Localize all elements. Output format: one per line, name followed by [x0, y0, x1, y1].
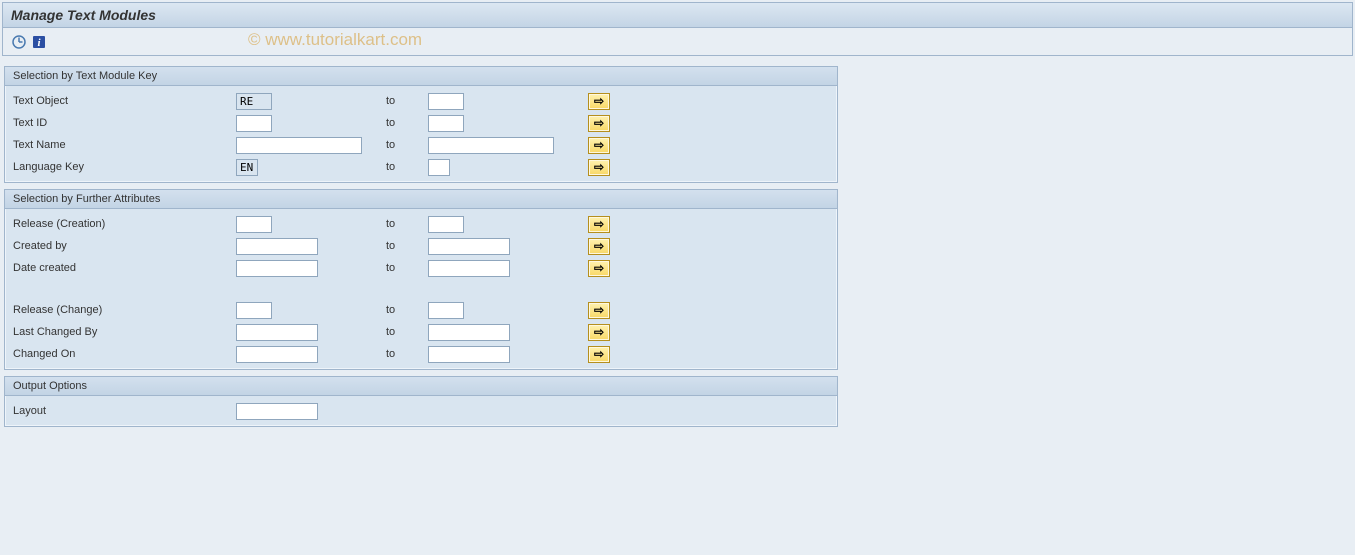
row-layout: Layout: [11, 400, 831, 422]
label-created-by: Created by: [11, 240, 236, 252]
arrow-right-icon: ⇨: [594, 95, 604, 108]
input-changed-on-from[interactable]: [236, 346, 318, 363]
watermark-text: © www.tutorialkart.com: [248, 30, 422, 50]
label-release-creation: Release (Creation): [11, 218, 236, 230]
label-date-created: Date created: [11, 262, 236, 274]
row-language-key: Language Key to ⇨: [11, 156, 831, 178]
input-language-from[interactable]: [236, 159, 258, 176]
multi-select-button[interactable]: ⇨: [588, 216, 610, 233]
group-title: Selection by Further Attributes: [5, 190, 837, 209]
label-text-id: Text ID: [11, 117, 236, 129]
toolbar: i © www.tutorialkart.com: [2, 28, 1353, 56]
label-text-object: Text Object: [11, 95, 236, 107]
group-further-attributes: Selection by Further Attributes Release …: [4, 189, 838, 370]
multi-select-button[interactable]: ⇨: [588, 346, 610, 363]
execute-icon[interactable]: [11, 34, 27, 50]
input-release-change-from[interactable]: [236, 302, 272, 319]
arrow-right-icon: ⇨: [594, 139, 604, 152]
multi-select-button[interactable]: ⇨: [588, 115, 610, 132]
input-text-id-from[interactable]: [236, 115, 272, 132]
input-release-creation-from[interactable]: [236, 216, 272, 233]
arrow-right-icon: ⇨: [594, 326, 604, 339]
input-text-name-to[interactable]: [428, 137, 554, 154]
row-release-creation: Release (Creation) to ⇨: [11, 213, 831, 235]
group-output-options: Output Options Layout: [4, 376, 838, 427]
label-layout: Layout: [11, 405, 236, 417]
input-layout[interactable]: [236, 403, 318, 420]
row-date-created: Date created to ⇨: [11, 257, 831, 279]
input-release-creation-to[interactable]: [428, 216, 464, 233]
input-date-created-from[interactable]: [236, 260, 318, 277]
multi-select-button[interactable]: ⇨: [588, 159, 610, 176]
input-last-changed-by-to[interactable]: [428, 324, 510, 341]
arrow-right-icon: ⇨: [594, 161, 604, 174]
arrow-right-icon: ⇨: [594, 117, 604, 130]
input-text-object-to[interactable]: [428, 93, 464, 110]
page-title: Manage Text Modules: [2, 2, 1353, 28]
group-title: Selection by Text Module Key: [5, 67, 837, 86]
to-label: to: [386, 262, 428, 274]
multi-select-button[interactable]: ⇨: [588, 324, 610, 341]
to-label: to: [386, 240, 428, 252]
input-changed-on-to[interactable]: [428, 346, 510, 363]
to-label: to: [386, 326, 428, 338]
input-language-to[interactable]: [428, 159, 450, 176]
input-created-by-to[interactable]: [428, 238, 510, 255]
row-changed-on: Changed On to ⇨: [11, 343, 831, 365]
group-text-module-key: Selection by Text Module Key Text Object…: [4, 66, 838, 183]
input-text-object-from[interactable]: [236, 93, 272, 110]
arrow-right-icon: ⇨: [594, 240, 604, 253]
arrow-right-icon: ⇨: [594, 262, 604, 275]
info-icon[interactable]: i: [31, 34, 47, 50]
row-text-name: Text Name to ⇨: [11, 134, 831, 156]
to-label: to: [386, 139, 428, 151]
input-text-name-from[interactable]: [236, 137, 362, 154]
arrow-right-icon: ⇨: [594, 348, 604, 361]
multi-select-button[interactable]: ⇨: [588, 137, 610, 154]
arrow-right-icon: ⇨: [594, 304, 604, 317]
input-last-changed-by-from[interactable]: [236, 324, 318, 341]
multi-select-button[interactable]: ⇨: [588, 260, 610, 277]
group-title: Output Options: [5, 377, 837, 396]
label-text-name: Text Name: [11, 139, 236, 151]
multi-select-button[interactable]: ⇨: [588, 93, 610, 110]
app-container: Manage Text Modules i © www.tutorialkart…: [0, 0, 1355, 555]
to-label: to: [386, 218, 428, 230]
input-date-created-to[interactable]: [428, 260, 510, 277]
to-label: to: [386, 348, 428, 360]
multi-select-button[interactable]: ⇨: [588, 302, 610, 319]
input-created-by-from[interactable]: [236, 238, 318, 255]
row-created-by: Created by to ⇨: [11, 235, 831, 257]
row-text-id: Text ID to ⇨: [11, 112, 831, 134]
to-label: to: [386, 117, 428, 129]
input-release-change-to[interactable]: [428, 302, 464, 319]
row-release-change: Release (Change) to ⇨: [11, 299, 831, 321]
label-release-change: Release (Change): [11, 304, 236, 316]
to-label: to: [386, 161, 428, 173]
multi-select-button[interactable]: ⇨: [588, 238, 610, 255]
arrow-right-icon: ⇨: [594, 218, 604, 231]
to-label: to: [386, 304, 428, 316]
to-label: to: [386, 95, 428, 107]
input-text-id-to[interactable]: [428, 115, 464, 132]
row-text-object: Text Object to ⇨: [11, 90, 831, 112]
label-last-changed-by: Last Changed By: [11, 326, 236, 338]
content-area: Selection by Text Module Key Text Object…: [2, 56, 1353, 431]
row-last-changed-by: Last Changed By to ⇨: [11, 321, 831, 343]
label-changed-on: Changed On: [11, 348, 236, 360]
label-language-key: Language Key: [11, 161, 236, 173]
